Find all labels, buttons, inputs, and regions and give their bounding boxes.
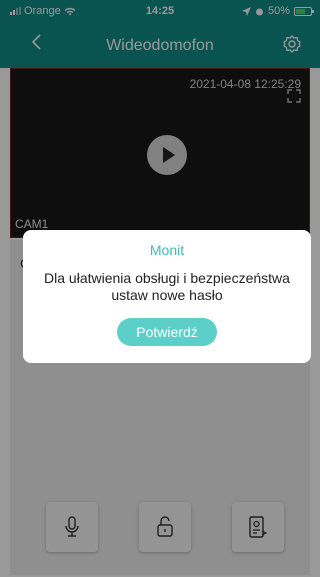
confirm-button[interactable]: Potwierdź: [117, 318, 217, 346]
dialog-title: Monit: [149, 242, 185, 258]
alert-dialog: Monit Dla ułatwienia obsługi i bezpiecze…: [23, 230, 311, 363]
dialog-message: Dla ułatwienia obsługi i bezpieczeństwa …: [44, 270, 290, 303]
